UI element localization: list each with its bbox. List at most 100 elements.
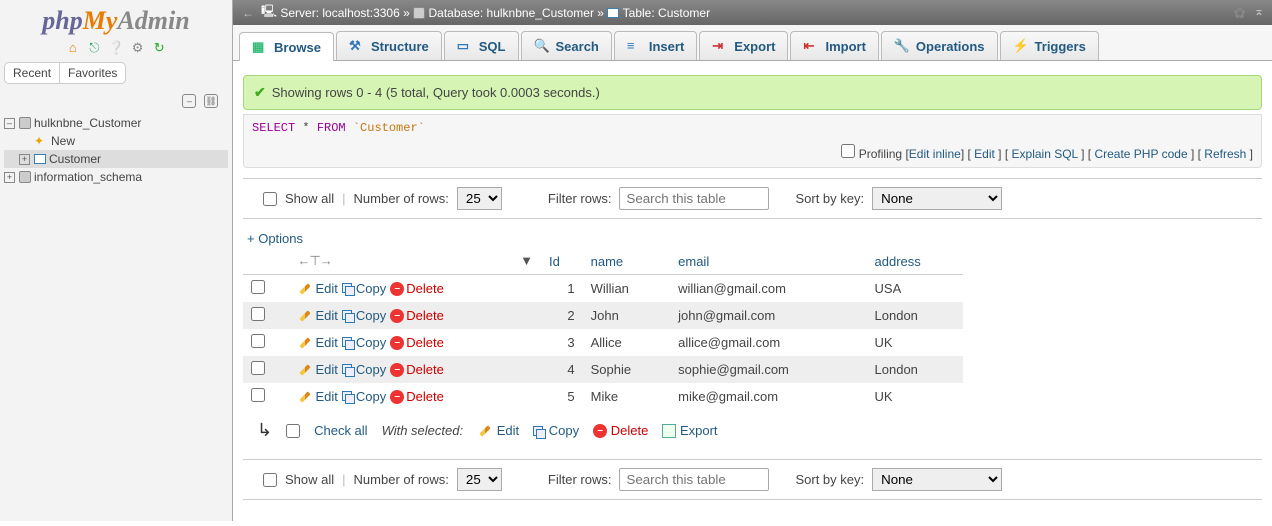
row-copy[interactable]: Copy <box>342 281 386 296</box>
logo-part: My <box>83 6 118 35</box>
col-email[interactable]: email <box>670 248 866 275</box>
export-icon <box>662 424 676 438</box>
num-rows-select[interactable]: 25 <box>457 187 502 210</box>
sort-arrows-icon[interactable]: ←⊤→ <box>297 253 331 268</box>
tree-node-table[interactable]: + Customer <box>4 150 228 168</box>
explain-sql-link[interactable]: Explain SQL <box>1012 147 1078 161</box>
tab-import[interactable]: ⇤ Import <box>790 31 878 60</box>
results-controls-bottom: Show all | Number of rows: 25 Filter row… <box>243 459 1262 500</box>
check-all-checkbox[interactable] <box>286 424 300 438</box>
bulk-delete[interactable]: – Delete <box>593 423 648 439</box>
row-copy[interactable]: Copy <box>342 389 386 404</box>
bulk-export[interactable]: Export <box>662 423 717 439</box>
col-id[interactable]: Id <box>541 248 583 275</box>
logo[interactable]: phpMyAdmin <box>0 0 232 38</box>
col-name[interactable]: name <box>583 248 671 275</box>
tab-search[interactable]: 🔍Search <box>521 31 612 60</box>
logo-part: php <box>42 6 82 35</box>
tree-toggle-icon[interactable]: + <box>19 154 30 165</box>
profiling-checkbox[interactable] <box>841 144 855 158</box>
row-copy[interactable]: Copy <box>342 362 386 377</box>
copy-icon <box>342 310 354 322</box>
filter-input[interactable] <box>619 187 769 210</box>
logout-icon[interactable]: ⎋ <box>86 40 102 56</box>
edit-inline-link[interactable]: Edit inline <box>909 147 961 161</box>
tree-toggle-icon[interactable]: + <box>4 172 15 183</box>
tab-sql[interactable]: ▭SQL <box>444 31 519 60</box>
tree-node-new[interactable]: ✦ New <box>4 132 228 150</box>
row-edit[interactable]: Edit <box>297 335 337 350</box>
row-delete[interactable]: – Delete <box>390 362 444 377</box>
sql-token: * <box>302 121 309 135</box>
sort-key-select[interactable]: None <box>872 468 1002 491</box>
bulk-edit[interactable]: Edit <box>477 423 519 439</box>
row-checkbox[interactable] <box>251 361 265 375</box>
cell-address: London <box>867 356 963 383</box>
tree-toggle-icon[interactable]: – <box>4 118 15 129</box>
pencil-icon <box>300 391 311 402</box>
sidebar-tab-favorites[interactable]: Favorites <box>60 63 125 83</box>
row-delete[interactable]: – Delete <box>390 308 444 323</box>
tab-operations[interactable]: 🔧Operations <box>881 31 998 60</box>
collapse-tree-icon[interactable]: – <box>182 94 196 108</box>
row-copy[interactable]: Copy <box>342 335 386 350</box>
tab-structure[interactable]: ⚒Structure <box>336 31 442 60</box>
collapse-top-icon[interactable]: ⌅ <box>1254 4 1264 22</box>
cell-address: UK <box>867 329 963 356</box>
breadcrumb-table[interactable]: Customer <box>658 6 710 20</box>
bulk-copy[interactable]: Copy <box>533 423 579 438</box>
refresh-link[interactable]: Refresh <box>1204 147 1246 161</box>
create-php-link[interactable]: Create PHP code <box>1094 147 1187 161</box>
sidebar-tab-recent[interactable]: Recent <box>5 63 60 83</box>
cell-name: Willian <box>583 275 671 303</box>
tree-label: hulknbne_Customer <box>34 116 141 130</box>
row-edit[interactable]: Edit <box>297 389 337 404</box>
docs-icon[interactable]: ❔ <box>108 40 124 56</box>
reload-icon[interactable]: ↻ <box>151 40 167 56</box>
settings-icon[interactable]: ⚙ <box>130 40 146 56</box>
tree-label: New <box>51 134 75 148</box>
row-checkbox[interactable] <box>251 307 265 321</box>
col-address[interactable]: address <box>867 248 963 275</box>
filter-input[interactable] <box>619 468 769 491</box>
operations-icon: 🔧 <box>894 38 910 54</box>
tab-export[interactable]: ⇥Export <box>699 31 788 60</box>
dropdown-caret-icon[interactable]: ▼ <box>520 253 533 268</box>
options-toggle[interactable]: + Options <box>243 231 303 246</box>
row-edit[interactable]: Edit <box>297 308 337 323</box>
breadcrumb-database[interactable]: hulknbne_Customer <box>487 6 594 20</box>
logo-quicklinks: ⌂ ⎋ ❔ ⚙ ↻ <box>0 38 232 62</box>
cell-name: Mike <box>583 383 671 410</box>
row-delete[interactable]: – Delete <box>390 335 444 350</box>
row-checkbox[interactable] <box>251 388 265 402</box>
show-all-checkbox[interactable] <box>263 473 277 487</box>
tab-insert[interactable]: ≡Insert <box>614 31 697 60</box>
tab-browse[interactable]: ▦Browse <box>239 32 334 61</box>
delete-icon: – <box>593 424 607 438</box>
breadcrumb-server[interactable]: localhost:3306 <box>322 6 399 20</box>
row-delete[interactable]: – Delete <box>390 281 444 296</box>
with-selected-label: With selected: <box>382 423 464 438</box>
cell-id: 5 <box>541 383 583 410</box>
row-checkbox[interactable] <box>251 334 265 348</box>
tree-node-db[interactable]: + information_schema <box>4 168 228 186</box>
tab-label: Import <box>825 39 865 54</box>
sort-key-select[interactable]: None <box>872 187 1002 210</box>
import-icon: ⇤ <box>803 38 819 54</box>
row-copy[interactable]: Copy <box>342 308 386 323</box>
link-icon[interactable]: ⛓ <box>204 94 218 108</box>
row-edit[interactable]: Edit <box>297 281 337 296</box>
num-rows-select[interactable]: 25 <box>457 468 502 491</box>
row-edit[interactable]: Edit <box>297 362 337 377</box>
home-icon[interactable]: ⌂ <box>65 40 81 56</box>
edit-query-link[interactable]: Edit <box>974 147 995 161</box>
tree-node-db[interactable]: – hulknbne_Customer <box>4 114 228 132</box>
check-all-link[interactable]: Check all <box>314 423 367 438</box>
row-checkbox[interactable] <box>251 280 265 294</box>
show-all-checkbox[interactable] <box>263 192 277 206</box>
nav-back-icon[interactable]: ← <box>241 6 255 20</box>
tab-triggers[interactable]: ⚡Triggers <box>1000 31 1099 60</box>
row-delete[interactable]: – Delete <box>390 389 444 404</box>
page-settings-icon[interactable]: ✿ <box>1233 4 1246 22</box>
sort-label: Sort by key: <box>795 191 864 206</box>
